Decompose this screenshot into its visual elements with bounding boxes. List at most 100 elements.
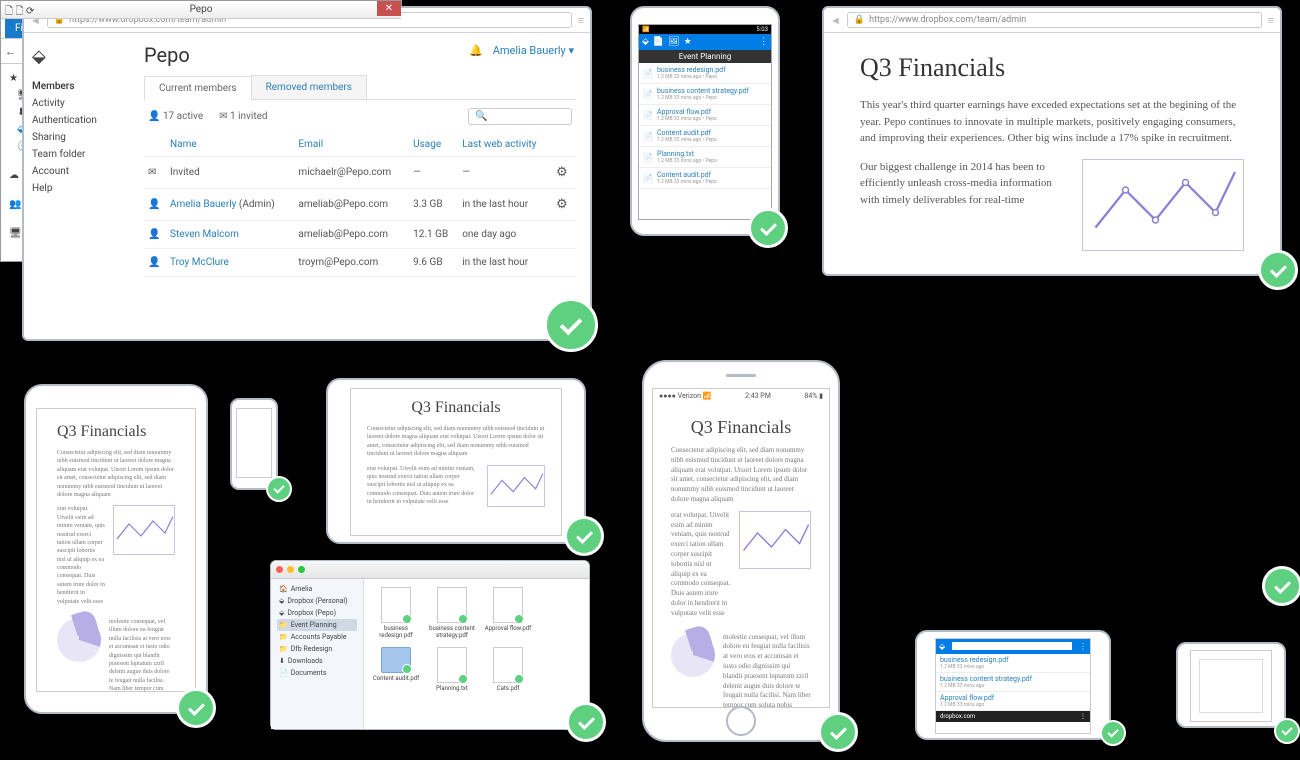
url-input[interactable]: 🔒https://www.dropbox.com/team/admin xyxy=(847,12,1262,28)
sync-check-icon xyxy=(1262,566,1300,606)
sync-check-icon xyxy=(176,688,216,728)
doc-paragraph: This year's third quarter earnings have … xyxy=(860,97,1244,147)
table-row[interactable]: 👤Steven Malcomameliab@Pepo.com12.1 GBone… xyxy=(144,221,576,249)
gear-icon[interactable]: ⚙ xyxy=(552,157,576,189)
invited-count: ✉ 1 invited xyxy=(219,111,267,122)
sidebar-item[interactable]: ⬇ Downloads xyxy=(277,655,357,667)
sidebar-item[interactable]: Help xyxy=(32,180,122,197)
finder-file-grid: business redesign.pdfbusiness content st… xyxy=(364,579,589,729)
file-row[interactable]: 📄business content strategy.pdf1.2 MB 33 … xyxy=(639,84,771,105)
file-row[interactable]: 📄business redesign.pdf1.2 MB 33 mins ago… xyxy=(639,63,771,84)
sidebar-item[interactable]: Team folder xyxy=(32,146,122,163)
file-item[interactable]: Planning.txt xyxy=(428,647,476,692)
table-row[interactable]: ✉Invitedmichaelr@Pepo.com——⚙ xyxy=(144,157,576,189)
browser-menu-icon[interactable]: ≡ xyxy=(578,14,584,27)
sync-check-icon xyxy=(1274,718,1300,744)
search-input[interactable] xyxy=(952,642,1072,650)
sync-check-icon xyxy=(1258,250,1298,290)
sync-check-icon xyxy=(564,516,604,556)
admin-console-window: ◄ 🔒https://www.dropbox.com/team/admin ≡ … xyxy=(22,6,592,341)
tab-removed-members[interactable]: Removed members xyxy=(251,75,367,99)
sidebar-item[interactable]: 📁 Dfb Redesign xyxy=(277,643,357,655)
sync-check-icon xyxy=(566,702,606,742)
sync-check-icon xyxy=(818,712,858,752)
file-row[interactable]: business redesign.pdf1.2 MB 33 mins ago xyxy=(936,654,1090,673)
sidebar-item[interactable]: ⬙ Dropbox (Personal) xyxy=(277,595,357,607)
table-row[interactable]: 👤Troy McCluretroym@Pepo.com9.6 GBin the … xyxy=(144,249,576,277)
file-row[interactable]: 📄Planning.txt1.2 MB 33 mins ago • Pepo xyxy=(639,147,771,168)
col-usage[interactable]: Usage xyxy=(409,133,458,157)
android-phone-frame: 📶5:03 ⬙📄🖼★⋮ Event Planning 📄business red… xyxy=(630,6,780,236)
tablet-small-frame xyxy=(1176,642,1286,728)
active-count: 👤 17 active xyxy=(148,111,203,122)
sidebar-item[interactable]: 📄 Documents xyxy=(277,667,357,679)
doc-title: Q3 Financials xyxy=(367,399,545,417)
sidebar-item[interactable]: Sharing xyxy=(32,129,122,146)
doc-paragraph: Consectetur adipiscing elit, sed diam no… xyxy=(57,449,175,499)
file-row[interactable]: Approval flow.pdf1.2 MB 33 mins ago xyxy=(936,692,1090,711)
file-row[interactable]: business content strategy.pdf1.2 MB 33 m… xyxy=(936,673,1090,692)
file-row[interactable]: 📄Approval flow.pdf1.2 MB 33 mins ago • P… xyxy=(639,105,771,126)
mail-icon: ✉ xyxy=(144,157,166,189)
file-item[interactable]: business redesign.pdf xyxy=(372,587,420,639)
table-row[interactable]: 👤Amelia Bauerly (Admin)ameliab@Pepo.com3… xyxy=(144,189,576,221)
file-item[interactable]: Content audit.pdf xyxy=(372,647,420,692)
doc-title: Q3 Financials xyxy=(57,423,175,441)
member-link[interactable]: Amelia Bauerly xyxy=(170,199,236,210)
admin-sidebar: ⬙ Members Activity Authentication Sharin… xyxy=(24,33,130,342)
sidebar-item[interactable]: ⬙ Dropbox (Pepo) xyxy=(277,607,357,619)
sidebar-item[interactable]: 📁 Event Planning xyxy=(277,619,357,631)
sidebar-item[interactable]: 📁 Accounts Payable xyxy=(277,631,357,643)
col-name[interactable]: Name xyxy=(166,133,294,157)
pie-chart xyxy=(57,618,101,662)
android-landscape-frame: ⬙⋮ business redesign.pdf1.2 MB 33 mins a… xyxy=(915,630,1111,740)
doc-paragraph: Consectetur adipiscing elit, sed diam no… xyxy=(367,425,545,459)
doc-paragraph: Our biggest challenge in 2014 has been t… xyxy=(860,159,1062,239)
sync-check-icon xyxy=(544,298,598,352)
members-table: NameEmailUsageLast web activity ✉Invited… xyxy=(144,133,576,277)
sync-check-icon xyxy=(748,208,788,248)
home-button[interactable] xyxy=(726,706,756,736)
bell-icon[interactable]: 🔔 xyxy=(469,44,483,57)
col-activity[interactable]: Last web activity xyxy=(458,133,552,157)
line-chart xyxy=(113,505,175,555)
sidebar-item[interactable]: Authentication xyxy=(32,112,122,129)
sidebar-item[interactable]: Members xyxy=(32,78,122,95)
file-row[interactable]: 📄Content audit.pdf1.2 MB 33 mins ago • P… xyxy=(639,126,771,147)
sync-check-icon xyxy=(266,476,292,502)
line-chart xyxy=(739,511,811,569)
doc-paragraph: erat volutpat. Utvelit esim ad minim ven… xyxy=(57,505,105,606)
iphone-frame: ●●●● Verizon 📶2:43 PM84% ▮ Q3 Financials… xyxy=(642,360,840,742)
sidebar-item[interactable]: Activity xyxy=(32,95,122,112)
line-chart xyxy=(1082,159,1244,251)
member-link[interactable]: Troy McClure xyxy=(170,257,229,268)
file-item[interactable]: Approval flow.pdf xyxy=(484,587,532,639)
doc-paragraph: molestie consequat, vel illum dolore eu … xyxy=(723,633,811,708)
nav-back-icon[interactable]: ← xyxy=(5,45,16,58)
tab-current-members[interactable]: Current members xyxy=(144,76,252,100)
mac-finder-window: 🏠 Amelia ⬙ Dropbox (Personal) ⬙ Dropbox … xyxy=(270,560,590,730)
doc-paragraph: Consectetur adipiscing elit, sed diam no… xyxy=(671,446,811,505)
sidebar-user[interactable]: 🏠 Amelia xyxy=(277,583,357,595)
col-email[interactable]: Email xyxy=(294,133,409,157)
gear-icon[interactable]: ⚙ xyxy=(552,189,576,221)
file-item[interactable]: Cats.pdf xyxy=(484,647,532,692)
sidebar-item[interactable]: Account xyxy=(32,163,122,180)
user-menu[interactable]: Amelia Bauerly ▾ xyxy=(493,44,574,57)
pie-chart xyxy=(671,633,715,677)
member-link[interactable]: Steven Malcom xyxy=(170,229,239,240)
doc-title: Q3 Financials xyxy=(671,417,811,438)
doc-paragraph: molestie consequat, vel illum dolore eu … xyxy=(109,618,175,692)
doc-paragraph: erat volutpat. Utvelit esim ad minim ven… xyxy=(367,465,479,507)
file-item[interactable]: business content strategy.pdf xyxy=(428,587,476,639)
close-button[interactable]: ✕ xyxy=(377,1,401,16)
dropbox-logo-icon[interactable]: ⬙ xyxy=(32,43,122,70)
search-input[interactable]: 🔍 xyxy=(468,108,572,125)
menu-icon[interactable]: ⋮ xyxy=(759,37,768,47)
dropbox-icon[interactable]: ⬙ xyxy=(642,37,649,47)
file-row[interactable]: 📄Content audit.pdf1.2 MB 33 mins ago • P… xyxy=(639,168,771,189)
doc-paragraph: erat volutpat. Utvelit esim ad minim ven… xyxy=(671,511,731,619)
folder-title: Event Planning xyxy=(639,50,771,63)
iphone-small-frame xyxy=(230,398,278,490)
finder-sidebar: 🏠 Amelia ⬙ Dropbox (Personal) ⬙ Dropbox … xyxy=(271,579,364,729)
